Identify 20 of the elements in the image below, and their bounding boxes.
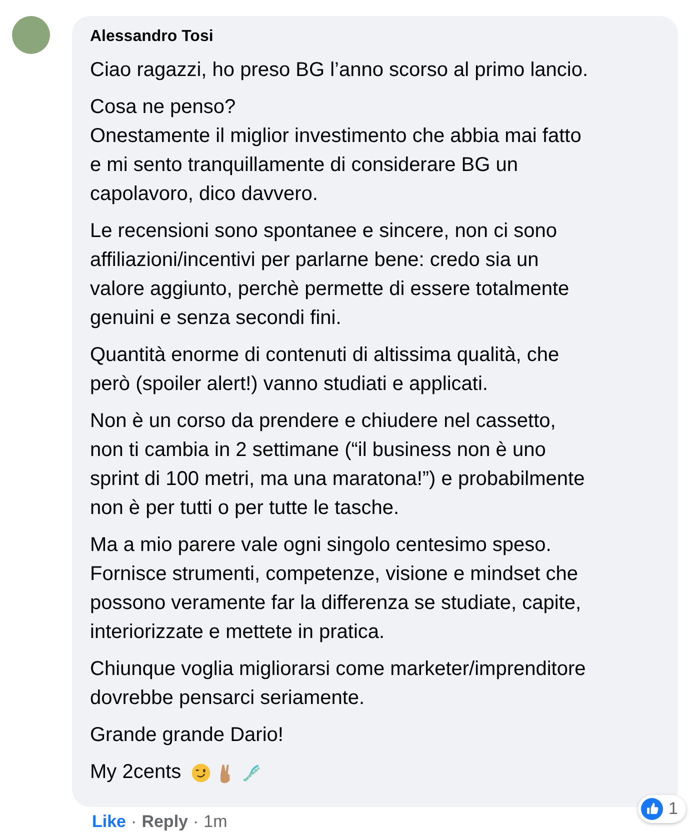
author-name[interactable]: Alessandro Tosi bbox=[90, 26, 664, 48]
comment-text: My 2cents bbox=[90, 760, 182, 785]
timestamp[interactable]: 1m bbox=[204, 812, 228, 832]
comment-text: Non è un corso da prendere e chiudere nel cassetto, non ti cambia in 2 settimane (“il business non è uno sprint di 100 metri, ma una maratona!”) e probabilmente non è per tutti o per tutte le tasche. bbox=[90, 409, 585, 521]
separator-dot: · bbox=[193, 812, 199, 832]
avatar[interactable] bbox=[12, 16, 50, 54]
like-link[interactable]: Like bbox=[92, 812, 126, 832]
reaction-count: 1 bbox=[668, 799, 678, 819]
comment-text: Chiunque voglia migliorarsi come marketer/imprenditore dovrebbe pensarci seriamente. bbox=[90, 657, 586, 711]
thumbs-up-icon bbox=[640, 798, 663, 820]
reply-link[interactable]: Reply bbox=[142, 812, 188, 832]
comment-text: Ciao ragazzi, ho preso BG l’anno scorso al primo lancio. bbox=[90, 58, 588, 83]
comment-text: Quantità enorme di contenuti di altissima qualità, che però (spoiler alert!) vanno studiati e applicati. bbox=[90, 343, 560, 397]
comment-text: Cosa ne penso? Onestamente il miglior investimento che abbia mai fatto e mi sento tranquillamente di considerare BG un capolavoro, dico davvero. bbox=[90, 95, 582, 207]
wink-face-icon bbox=[190, 762, 212, 784]
separator-dot: · bbox=[131, 812, 137, 832]
comment-text: Le recensioni sono spontanee e sincere, non ci sono affiliazioni/incentivi per parlarne bene: credo sia un valore aggiunto, perchè permette di essere totalmente genuini e senza secondi fini. bbox=[90, 219, 570, 331]
comment-text: Ma a mio parere vale ogni singolo centesimo speso. Fornisce strumenti, competenze, visione e mindset che possono veramente far la differenza se studiate, capite, interiorizzate e mettete in pratica. bbox=[90, 533, 582, 645]
comment-text: Grande grande Dario! bbox=[90, 723, 284, 748]
reaction-badge[interactable]: 1 bbox=[638, 795, 686, 823]
